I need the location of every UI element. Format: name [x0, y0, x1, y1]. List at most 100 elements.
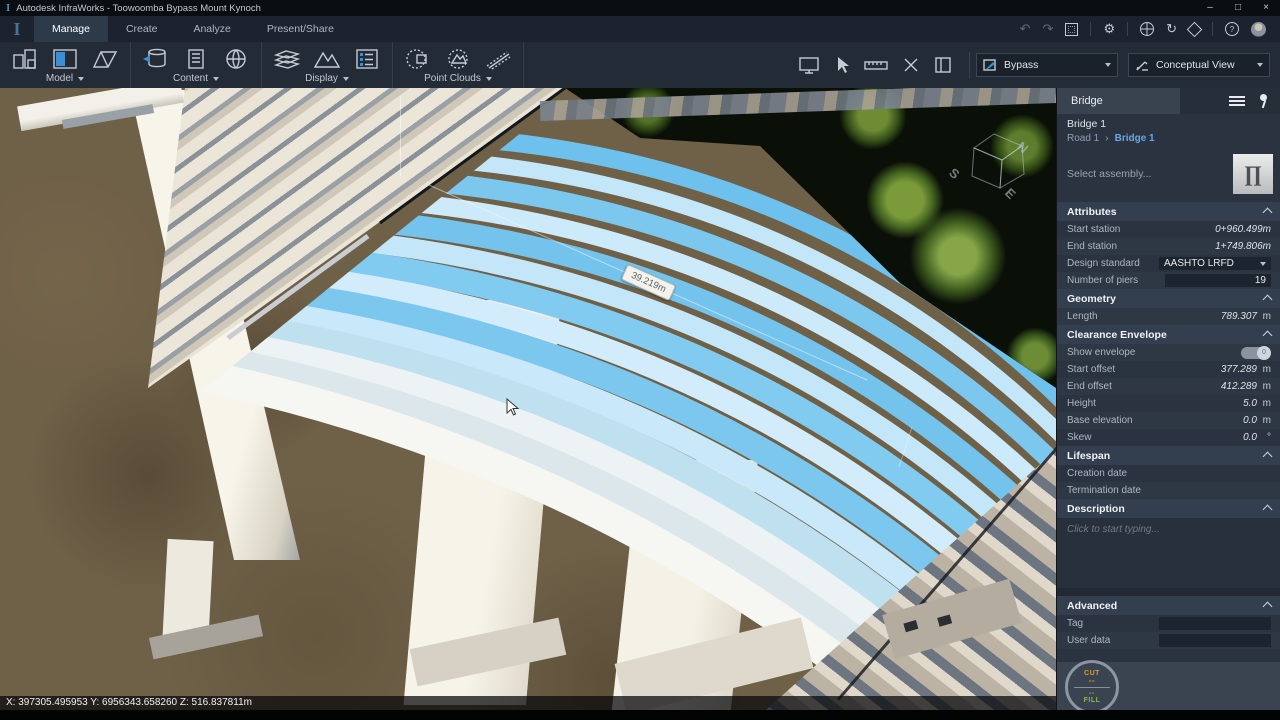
- view-selector-dropdown[interactable]: Conceptual View: [1128, 53, 1270, 77]
- assembly-thumbnail[interactable]: ∏: [1233, 154, 1273, 194]
- viewport-3d[interactable]: 39.219m N S E X: 397305.495953 Y: 695634…: [0, 88, 1056, 710]
- chevron-down-icon: [78, 77, 84, 81]
- view-cube[interactable]: [952, 126, 1040, 214]
- design-standard-dropdown[interactable]: AASHTO LRFD: [1159, 257, 1271, 270]
- ribbon-tab-bar: I Manage Create Analyze Present/Share ↶ …: [0, 16, 1280, 42]
- infraworks-logo-icon[interactable]: I: [0, 16, 34, 42]
- model-properties-icon[interactable]: [50, 46, 80, 72]
- assembly-placeholder: Select assembly...: [1067, 168, 1233, 180]
- chevron-up-icon: [1263, 295, 1273, 305]
- row-end-station: End station 1+749.806m: [1057, 238, 1280, 255]
- screenshot-icon[interactable]: [797, 54, 821, 76]
- app-window: I Autodesk InfraWorks - Toowoomba Bypass…: [0, 0, 1280, 720]
- show-envelope-toggle[interactable]: 0: [1241, 347, 1271, 359]
- row-termination-date: Termination date: [1057, 482, 1280, 499]
- help-icon[interactable]: ?: [1225, 22, 1239, 36]
- tab-analyze[interactable]: Analyze: [175, 16, 248, 42]
- cut-value: --: [1089, 677, 1095, 685]
- panel-tab-bridge[interactable]: Bridge: [1057, 88, 1180, 114]
- content-group-label[interactable]: Content: [173, 73, 219, 86]
- undo-icon[interactable]: ↶: [1020, 16, 1031, 42]
- point-cloud-linear-icon[interactable]: [483, 46, 513, 72]
- row-tag: Tag: [1057, 615, 1280, 632]
- chevron-down-icon: [486, 77, 492, 81]
- tab-manage[interactable]: Manage: [34, 16, 108, 42]
- sync-icon[interactable]: ↻: [1166, 16, 1177, 42]
- coverage-icon[interactable]: [90, 46, 120, 72]
- title-bar: I Autodesk InfraWorks - Toowoomba Bypass…: [0, 0, 1280, 16]
- view-selector-value: Conceptual View: [1156, 59, 1235, 71]
- redo-icon[interactable]: ↷: [1043, 16, 1054, 42]
- proposal-icon: [983, 58, 997, 72]
- chevron-up-icon: [1263, 331, 1273, 341]
- properties-panel: Bridge Bridge 1 Road 1 › Bridge 1 Select…: [1056, 88, 1280, 710]
- pin-icon[interactable]: [1255, 93, 1271, 109]
- tab-present-share[interactable]: Present/Share: [249, 16, 352, 42]
- settings-gear-icon[interactable]: ⚙: [1103, 16, 1115, 42]
- close-button[interactable]: ×: [1252, 0, 1280, 16]
- breadcrumb-parent[interactable]: Road 1: [1067, 133, 1099, 144]
- scale-frame-icon[interactable]: [1065, 23, 1078, 36]
- model-selector-value: Bypass: [1004, 59, 1038, 71]
- model-cube-icon[interactable]: [1187, 21, 1203, 37]
- section-geometry[interactable]: Geometry: [1057, 289, 1280, 308]
- terrain-icon[interactable]: [312, 46, 342, 72]
- avatar[interactable]: [1251, 22, 1266, 37]
- user-data-input[interactable]: [1159, 634, 1271, 647]
- minimize-button[interactable]: –: [1196, 0, 1224, 16]
- model-import-icon[interactable]: [181, 46, 211, 72]
- window-title: Autodesk InfraWorks - Toowoomba Bypass M…: [16, 3, 261, 14]
- city-model-icon[interactable]: [10, 46, 40, 72]
- row-length: Length 789.307 m: [1057, 308, 1280, 325]
- breadcrumb-current[interactable]: Bridge 1: [1115, 133, 1155, 144]
- row-base-elevation: Base elevation 0.0 m: [1057, 412, 1280, 429]
- chevron-up-icon: [1263, 505, 1273, 515]
- maximize-button[interactable]: □: [1224, 0, 1252, 16]
- model-group-label[interactable]: Model: [46, 73, 84, 86]
- storyboard-icon[interactable]: [933, 54, 953, 76]
- row-user-data: User data: [1057, 632, 1280, 649]
- chevron-up-icon: [1263, 452, 1273, 462]
- toolbar-group-display: Display: [262, 42, 393, 88]
- legend-panel-icon[interactable]: [352, 46, 382, 72]
- data-source-icon[interactable]: [141, 46, 171, 72]
- layers-icon[interactable]: [272, 46, 302, 72]
- point-cloud-terrain-icon[interactable]: [443, 46, 473, 72]
- panel-menu-icon[interactable]: [1229, 96, 1245, 106]
- number-of-piers-input[interactable]: 19: [1165, 274, 1271, 287]
- chevron-down-icon: [213, 77, 219, 81]
- chevron-up-icon: [1263, 208, 1273, 218]
- section-attributes[interactable]: Attributes: [1057, 202, 1280, 221]
- section-advanced[interactable]: Advanced: [1057, 596, 1280, 615]
- toolbar-group-content: Content: [131, 42, 262, 88]
- mouse-cursor: [505, 398, 521, 418]
- row-design-standard: Design standard AASHTO LRFD: [1057, 255, 1280, 272]
- tab-create[interactable]: Create: [108, 16, 176, 42]
- model-selector-dropdown[interactable]: Bypass: [976, 53, 1118, 77]
- web-content-icon[interactable]: [221, 46, 251, 72]
- bearing-pad: [903, 620, 918, 632]
- assembly-selector[interactable]: Select assembly... ∏: [1057, 146, 1280, 202]
- bottom-black-bar: [0, 710, 1280, 720]
- fill-label: FILL: [1084, 697, 1101, 704]
- tag-input[interactable]: [1159, 617, 1271, 630]
- row-end-offset: End offset 412.289 m: [1057, 378, 1280, 395]
- fill-value: --: [1089, 690, 1095, 697]
- style-pencil-icon: [1135, 58, 1149, 72]
- row-show-envelope: Show envelope 0: [1057, 344, 1280, 361]
- row-creation-date: Creation date: [1057, 465, 1280, 482]
- section-description[interactable]: Description: [1057, 499, 1280, 518]
- section-clearance-envelope[interactable]: Clearance Envelope: [1057, 325, 1280, 344]
- tools-icon[interactable]: [901, 54, 921, 76]
- home-globe-icon[interactable]: [1140, 22, 1154, 36]
- point-cloud-theme-icon[interactable]: [403, 46, 433, 72]
- cut-fill-panel: CUT -- -- FILL: [1057, 662, 1280, 710]
- row-start-offset: Start offset 377.289 m: [1057, 361, 1280, 378]
- description-input[interactable]: Click to start typing...: [1057, 518, 1280, 588]
- row-number-of-piers: Number of piers 19: [1057, 272, 1280, 289]
- select-cursor-icon[interactable]: [833, 54, 851, 76]
- measure-icon[interactable]: [863, 54, 889, 76]
- display-group-label[interactable]: Display: [305, 73, 349, 86]
- point-clouds-group-label[interactable]: Point Clouds: [424, 73, 492, 86]
- section-lifespan[interactable]: Lifespan: [1057, 446, 1280, 465]
